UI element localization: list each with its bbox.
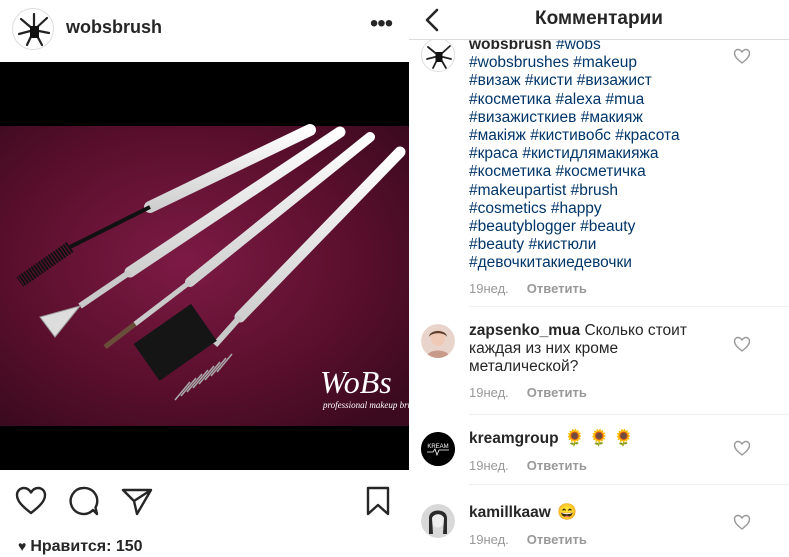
comment-time: 19нед. <box>469 458 509 473</box>
comment-text: zapsenko_mua Сколько стоит каждая из них… <box>469 322 729 377</box>
grin-emoji: 😄 <box>557 504 578 521</box>
hashtag[interactable]: #девочкитакиедевочки <box>469 254 632 271</box>
reply-button[interactable]: Ответить <box>527 532 587 547</box>
comment-text: kreamgroup 🌻 🌻 🌻 <box>469 430 729 448</box>
comment-icon[interactable] <box>66 484 100 518</box>
bookmark-icon[interactable] <box>361 484 395 518</box>
likes-label: Нравится: 150 <box>30 538 143 555</box>
comment-body: каждая из них кроме <box>469 340 619 358</box>
post-photo[interactable]: WoBs professional makeup brush <box>0 62 409 470</box>
like-comment-heart-icon[interactable] <box>733 48 751 64</box>
comment-meta: 19нед. Ответить <box>469 281 587 296</box>
divider <box>469 306 789 307</box>
post-panel: wobsbrush ••• WoBs professional makeup b… <box>0 0 409 557</box>
avatar[interactable] <box>12 8 54 50</box>
avatar[interactable] <box>421 38 455 72</box>
comment-meta: 19нед. Ответить <box>469 385 587 400</box>
divider <box>469 414 789 415</box>
like-comment-heart-icon[interactable] <box>733 336 751 352</box>
small-heart-icon: ♥ <box>18 538 27 554</box>
comment-username[interactable]: kreamgroup <box>469 430 559 447</box>
comments-header: Комментарии <box>409 0 789 40</box>
hashtag[interactable]: #краса #кистидлямакияжа <box>469 145 658 162</box>
comment-time: 19нед. <box>469 385 509 400</box>
watermark-logo: WoBs <box>320 364 392 400</box>
comment-meta: 19нед. Ответить <box>469 458 587 473</box>
hashtag[interactable]: #cosmetics #happy <box>469 200 602 217</box>
avatar[interactable]: KREAM <box>421 432 455 466</box>
comment-time: 19нед. <box>469 532 509 547</box>
hashtag[interactable]: #макіяж #кистивобс #красота <box>469 127 680 144</box>
comment-username[interactable]: zapsenko_mua <box>469 322 580 339</box>
reply-button[interactable]: Ответить <box>527 458 587 473</box>
avatar[interactable] <box>421 504 455 538</box>
comment-text: kamillkaaw 😄 <box>469 504 729 522</box>
svg-text:KREAM: KREAM <box>427 444 448 450</box>
comment-text: wobsbrush #wobs #wobsbrushes #makeup #ви… <box>469 36 729 273</box>
hashtag[interactable]: #makeupartist #brush <box>469 182 618 199</box>
hashtag[interactable]: #beautyblogger #beauty <box>469 218 635 235</box>
comment-username[interactable]: kamillkaaw <box>469 504 551 521</box>
post-username[interactable]: wobsbrush <box>66 17 162 38</box>
sunflower-emoji: 🌻 🌻 🌻 <box>564 430 634 447</box>
post-actions <box>0 478 409 522</box>
comment-meta: 19нед. Ответить <box>469 532 587 547</box>
hashtag[interactable]: #wobsbrushes #makeup <box>469 54 637 71</box>
comments-panel: Комментарии wobsbrush #wobs #wobsbrushes… <box>409 0 789 557</box>
comments-title: Комментарии <box>535 8 663 29</box>
divider <box>469 484 789 485</box>
hashtag[interactable]: #beauty #кистюли <box>469 236 596 253</box>
post-header: wobsbrush ••• <box>0 0 409 60</box>
like-comment-heart-icon[interactable] <box>733 514 751 530</box>
like-comment-heart-icon[interactable] <box>733 440 751 456</box>
likes-count[interactable]: ♥ Нравится: 150 <box>18 538 143 556</box>
comment-body: металической? <box>469 358 579 376</box>
comment-time: 19нед. <box>469 281 509 296</box>
reply-button[interactable]: Ответить <box>527 281 587 296</box>
more-dots-icon[interactable]: ••• <box>367 12 395 42</box>
hashtag[interactable]: #косметика #alexa #mua <box>469 91 644 108</box>
comment-body: Сколько стоит <box>584 322 687 339</box>
hashtag[interactable]: #визажисткиев #макияж <box>469 109 643 126</box>
reply-button[interactable]: Ответить <box>527 385 587 400</box>
share-icon[interactable] <box>120 484 154 518</box>
hashtag[interactable]: #косметика #косметичка <box>469 163 646 180</box>
avatar[interactable] <box>421 324 455 358</box>
watermark-subtitle: professional makeup brush <box>323 400 409 410</box>
hashtag[interactable]: #визаж #кисти #визажист <box>469 72 652 89</box>
heart-icon[interactable] <box>14 484 48 518</box>
